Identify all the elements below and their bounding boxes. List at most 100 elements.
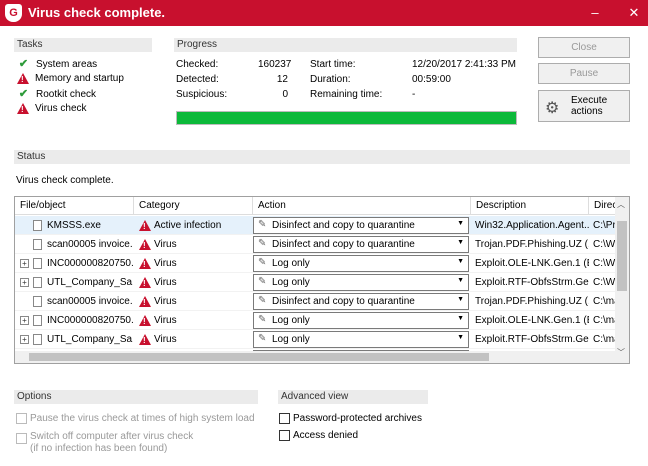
directory-cell: C:\ma [593,296,615,307]
gears-icon: ⚙ [545,100,560,117]
results-table: File/object Category Action Description … [14,196,630,364]
check-icon: ✔ [18,58,29,70]
table-row[interactable]: + UTL_Company_Sa... Virus ✎ Log only ▼ Exploit… [15,330,615,349]
start-time-value: 12/20/2017 2:41:33 PM [412,59,516,70]
action-label: Log only [272,277,310,288]
table-row[interactable]: scan00005 invoice.... Virus ✎ Disinfect and… [15,235,615,254]
task-item: Memory and startup [17,73,124,84]
file-cell: UTL_Company_Sa... [47,334,133,345]
chevron-down-icon[interactable]: ▼ [457,239,464,246]
action-label: Disinfect and copy to quarantine [272,239,415,250]
table-row[interactable]: + UTL_Company_Sa... Virus ✎ Log only ▼ Exploit… [15,273,615,292]
action-dropdown[interactable]: ✎ Log only ▼ [253,312,469,329]
category-cell: Virus [154,277,177,288]
pause-high-load-checkbox[interactable] [16,413,27,424]
action-label: Disinfect and copy to quarantine [272,220,415,231]
action-icon: ✎ [258,238,267,249]
expand-icon[interactable]: + [20,259,29,268]
col-action[interactable]: Action [253,197,471,215]
pause-button[interactable]: Pause [538,63,630,84]
expand-icon[interactable]: + [20,335,29,344]
action-icon: ✎ [258,295,267,306]
close-button[interactable]: Close [538,37,630,58]
progress-fill [177,112,516,124]
warning-icon [139,296,151,307]
shutdown-checkbox[interactable] [16,433,27,444]
table-row[interactable]: KMSSS.exe Active infection ✎ Disinfect and … [15,216,615,235]
status-header: Status [14,150,630,164]
category-cell: Virus [154,334,177,345]
warning-icon [139,334,151,345]
category-cell: Virus [154,258,177,269]
task-item: ✔ System areas [17,58,97,71]
checked-value: 160237 [258,59,292,70]
password-archives-checkbox[interactable] [279,413,290,424]
detected-label: Detected: [176,74,219,85]
warning-icon [17,103,29,114]
chevron-down-icon[interactable]: ▼ [457,315,464,322]
progress-header: Progress [174,38,517,52]
description-cell: Exploit.RTF-ObfsStrm.Ge... [475,334,589,345]
directory-cell: C:\ma [593,315,615,326]
title-bar: G Virus check complete. – ✕ [0,0,648,26]
category-cell: Virus [154,296,177,307]
file-icon [33,315,42,326]
scrollbar-thumb[interactable] [617,221,627,291]
chevron-down-icon[interactable]: ▼ [457,277,464,284]
table-row[interactable]: + INC000000820750... Virus ✎ Log only ▼ Exploi… [15,254,615,273]
task-item: ✔ Rootkit check [17,88,96,101]
col-category[interactable]: Category [134,197,253,215]
category-cell: Virus [154,315,177,326]
action-dropdown[interactable]: ✎ Log only ▼ [253,331,469,348]
access-denied-checkbox[interactable] [279,430,290,441]
directory-cell: C:\Wi [593,258,615,269]
minimize-button[interactable]: – [586,4,604,22]
task-label: System areas [36,59,98,70]
warning-icon [139,258,151,269]
action-label: Disinfect and copy to quarantine [272,296,415,307]
action-dropdown[interactable]: ✎ Log only ▼ [253,274,469,291]
action-dropdown[interactable]: ✎ Disinfect and copy to quarantine ▼ [253,293,469,310]
window-title: Virus check complete. [28,5,166,20]
file-cell: scan00005 invoice.... [47,296,133,307]
action-dropdown[interactable]: ✎ Disinfect and copy to quarantine ▼ [253,217,469,234]
file-cell: UTL_Company_Sa... [47,277,133,288]
description-cell: Trojan.PDF.Phishing.UZ (... [475,239,589,250]
scroll-up-icon[interactable]: ︿ [617,199,625,210]
execute-actions-button[interactable]: ⚙ Execute actions [538,90,630,122]
chevron-down-icon[interactable]: ▼ [457,296,464,303]
duration-label: Duration: [310,74,351,85]
chevron-down-icon[interactable]: ▼ [457,334,464,341]
task-label: Memory and startup [35,73,124,84]
pause-high-load-label: Pause the virus check at times of high s… [30,413,255,424]
action-label: Log only [272,315,310,326]
horizontal-scrollbar[interactable] [15,351,615,363]
col-file[interactable]: File/object [15,197,134,215]
task-label: Rootkit check [36,89,97,100]
remaining-label: Remaining time: [310,89,383,100]
file-icon [33,277,42,288]
task-item: Virus check [17,103,87,114]
action-label: Log only [272,258,310,269]
duration-value: 00:59:00 [412,74,451,85]
close-window-button[interactable]: ✕ [625,4,643,22]
warning-icon [17,73,29,84]
action-dropdown[interactable]: ✎ Disinfect and copy to quarantine ▼ [253,236,469,253]
chevron-down-icon[interactable]: ▼ [457,220,464,227]
shutdown-sublabel: (if no infection has been found) [30,443,168,454]
col-description[interactable]: Description [471,197,589,215]
description-cell: Exploit.OLE-LNK.Gen.1 (E... [475,258,589,269]
action-dropdown[interactable]: ✎ Log only ▼ [253,255,469,272]
password-archives-label: Password-protected archives [293,413,422,424]
shutdown-label: Switch off computer after virus check [30,431,194,442]
table-row[interactable]: + INC000000820750... Virus ✎ Log only ▼ Exploi… [15,311,615,330]
chevron-down-icon[interactable]: ▼ [457,258,464,265]
hscrollbar-thumb[interactable] [29,353,489,361]
scroll-down-icon[interactable]: ﹀ [617,347,625,358]
expand-icon[interactable]: + [20,316,29,325]
gdata-logo: G [5,4,22,22]
table-row[interactable]: scan00005 invoice.... Virus ✎ Disinfect and… [15,292,615,311]
vertical-scrollbar[interactable]: ︿ ﹀ [615,197,629,363]
expand-icon[interactable]: + [20,278,29,287]
directory-cell: C:\Pr [593,220,615,231]
